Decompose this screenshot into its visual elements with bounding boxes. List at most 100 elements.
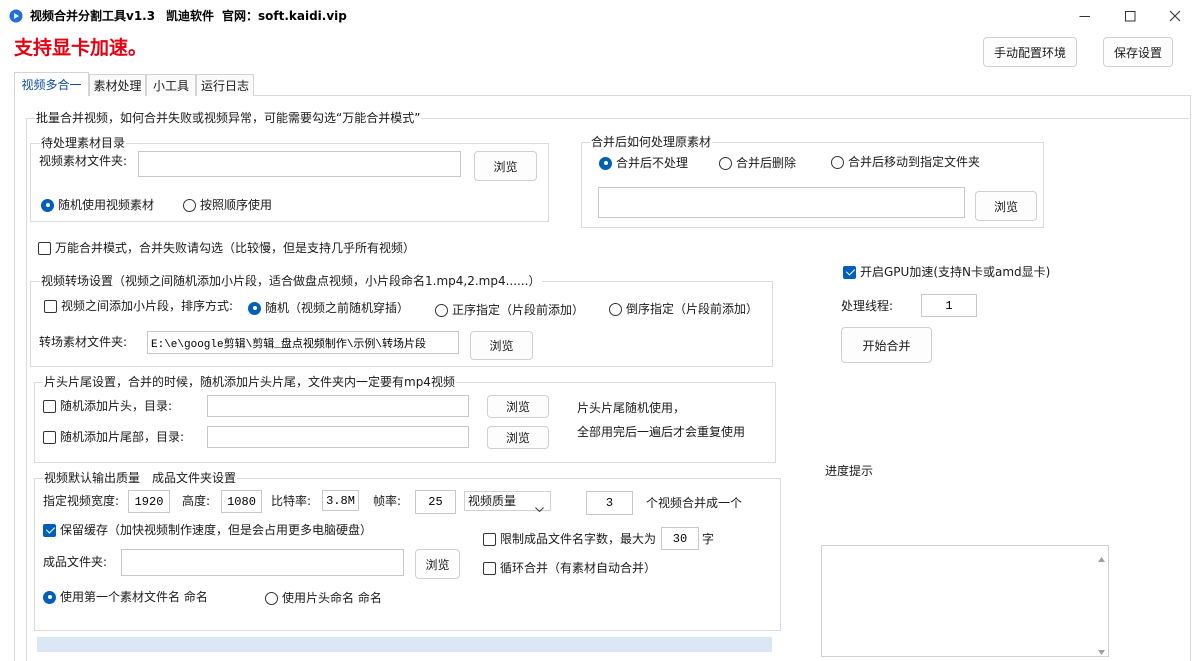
keep-cache-checkbox[interactable]: 保留缓存（加快视频制作速度，但是会占用更多电脑硬盘） bbox=[43, 522, 372, 538]
checkbox-label: 随机添加片尾部，目录: bbox=[60, 430, 185, 444]
add-clip-checkbox[interactable]: 视频之间添加小片段，排序方式: bbox=[44, 298, 233, 314]
outro-folder-input[interactable] bbox=[207, 426, 469, 448]
log-textarea[interactable] bbox=[821, 545, 1109, 657]
radio-name-by-first-material[interactable]: 使用第一个素材文件名 命名 bbox=[43, 589, 208, 605]
config-env-button[interactable]: 手动配置环境 bbox=[983, 37, 1077, 67]
universal-mode-checkbox[interactable]: 万能合并模式，合并失败请勾选（比较慢，但是支持几乎所有视频） bbox=[38, 240, 415, 256]
play-circle-icon bbox=[9, 9, 23, 23]
intro-browse-button[interactable]: 浏览 bbox=[487, 395, 549, 418]
log-scrollbar[interactable] bbox=[1094, 546, 1108, 656]
title-bar: 视频合并分割工具v1.3 凯迪软件 官网：soft.kaidi.vip bbox=[0, 0, 1198, 32]
checkbox-box[interactable] bbox=[44, 299, 57, 313]
checkbox-box[interactable] bbox=[43, 430, 56, 444]
tab-video-merge[interactable]: 视频多合一 bbox=[14, 72, 89, 96]
radio-circle[interactable] bbox=[435, 303, 448, 317]
checkbox-box[interactable] bbox=[483, 561, 496, 575]
chevron-down-icon bbox=[535, 499, 544, 513]
close-icon[interactable] bbox=[1152, 0, 1198, 32]
source-group: 待处理素材目录 视频素材文件夹: 浏览 随机使用视频素材 按照顺序使用 bbox=[30, 135, 549, 222]
move-target-folder-input[interactable] bbox=[598, 187, 965, 218]
start-merge-button[interactable]: 开始合并 bbox=[841, 327, 932, 363]
transition-browse-button[interactable]: 浏览 bbox=[470, 331, 533, 360]
radio-circle[interactable] bbox=[831, 155, 844, 169]
radio-circle[interactable] bbox=[183, 198, 196, 212]
limit-name-checkbox[interactable]: 限制成品文件名字数，最大为 bbox=[483, 531, 656, 547]
intro-outro-note-line1: 片头片尾随机使用， bbox=[577, 401, 686, 415]
radio-random-order[interactable]: 随机（视频之前随机穿插） bbox=[248, 300, 409, 316]
source-group-title: 待处理素材目录 bbox=[40, 135, 127, 151]
outro-checkbox[interactable]: 随机添加片尾部，目录: bbox=[43, 429, 184, 445]
merge-count-suffix: 个视频合并成一个 bbox=[646, 496, 743, 510]
radio-name-by-intro[interactable]: 使用片头命名 命名 bbox=[265, 590, 382, 606]
gpu-accel-checkbox[interactable]: 开启GPU加速(支持N卡或amd显卡) bbox=[843, 264, 1050, 280]
fps-input[interactable] bbox=[415, 490, 456, 514]
after-merge-group: 合并后如何处理原素材 合并后不处理 合并后删除 合并后移动到指定文件夹 浏览 bbox=[581, 134, 1044, 228]
radio-label: 倒序指定（片段前添加） bbox=[626, 302, 759, 316]
output-folder-input[interactable] bbox=[121, 549, 404, 576]
tab-material-process[interactable]: 素材处理 bbox=[89, 74, 146, 96]
move-target-browse-button[interactable]: 浏览 bbox=[975, 191, 1037, 221]
radio-label: 使用片头命名 命名 bbox=[282, 591, 382, 605]
source-folder-label: 视频素材文件夹: bbox=[39, 154, 128, 168]
output-folder-label: 成品文件夹: bbox=[43, 555, 108, 569]
checkbox-box[interactable] bbox=[43, 523, 56, 537]
scroll-up-arrow-icon[interactable] bbox=[1098, 551, 1105, 562]
transition-folder-input[interactable] bbox=[147, 331, 459, 354]
website-label: 官网：soft.kaidi.vip bbox=[222, 9, 347, 23]
app-name: 视频合并分割工具v1.3 bbox=[30, 9, 156, 23]
source-folder-input[interactable] bbox=[138, 151, 461, 177]
radio-delete-source[interactable]: 合并后删除 bbox=[719, 155, 796, 171]
width-input[interactable] bbox=[128, 490, 170, 513]
tab-tools[interactable]: 小工具 bbox=[146, 74, 196, 96]
threads-input[interactable] bbox=[921, 294, 977, 317]
save-settings-button[interactable]: 保存设置 bbox=[1103, 37, 1173, 67]
height-label: 高度: bbox=[182, 494, 211, 508]
checkbox-box[interactable] bbox=[843, 265, 856, 279]
merge-count-input[interactable] bbox=[586, 491, 633, 515]
checkbox-label: 保留缓存（加快视频制作速度，但是会占用更多电脑硬盘） bbox=[60, 523, 373, 537]
radio-circle[interactable] bbox=[719, 156, 732, 170]
intro-checkbox[interactable]: 随机添加片头，目录: bbox=[43, 398, 172, 414]
radio-forward-order[interactable]: 正序指定（片段前添加） bbox=[435, 302, 584, 318]
scroll-down-arrow-icon[interactable] bbox=[1098, 644, 1105, 655]
checkbox-box[interactable] bbox=[43, 399, 56, 413]
checkbox-box[interactable] bbox=[38, 241, 51, 255]
radio-label: 正序指定（片段前添加） bbox=[452, 303, 585, 317]
after-merge-group-title: 合并后如何处理原素材 bbox=[590, 134, 713, 150]
quality-select[interactable]: 视频质量 bbox=[464, 491, 551, 513]
radio-circle[interactable] bbox=[599, 156, 612, 170]
width-label: 指定视频宽度: bbox=[43, 494, 120, 508]
radio-circle[interactable] bbox=[609, 302, 622, 316]
minimize-icon[interactable] bbox=[1062, 0, 1108, 32]
radio-circle[interactable] bbox=[248, 301, 261, 315]
radio-circle[interactable] bbox=[265, 591, 278, 605]
limit-name-suffix: 字 bbox=[702, 532, 715, 546]
radio-reverse-order[interactable]: 倒序指定（片段前添加） bbox=[609, 301, 758, 317]
bitrate-input[interactable] bbox=[322, 490, 359, 511]
radio-label: 随机使用视频素材 bbox=[58, 198, 155, 212]
progress-bar bbox=[37, 637, 772, 652]
checkbox-box[interactable] bbox=[483, 532, 496, 546]
limit-name-max-input[interactable] bbox=[661, 527, 699, 550]
radio-move-source[interactable]: 合并后移动到指定文件夹 bbox=[831, 154, 980, 170]
progress-hint-label: 进度提示 bbox=[825, 464, 874, 478]
outro-browse-button[interactable]: 浏览 bbox=[487, 426, 549, 449]
transition-group-title: 视频转场设置（视频之间随机添加小片段，适合做盘点视频，小片段命名1.mp4,2.… bbox=[40, 273, 542, 289]
radio-label: 合并后移动到指定文件夹 bbox=[848, 155, 981, 169]
transition-folder-label: 转场素材文件夹: bbox=[39, 335, 128, 349]
intro-folder-input[interactable] bbox=[207, 395, 469, 417]
loop-merge-checkbox[interactable]: 循环合并（有素材自动合并） bbox=[483, 560, 656, 576]
company-name: 凯迪软件 bbox=[166, 9, 215, 23]
source-browse-button[interactable]: 浏览 bbox=[474, 151, 537, 181]
transition-group: 视频转场设置（视频之间随机添加小片段，适合做盘点视频，小片段命名1.mp4,2.… bbox=[30, 273, 773, 367]
radio-sequential-material[interactable]: 按照顺序使用 bbox=[183, 197, 272, 213]
radio-label: 按照顺序使用 bbox=[200, 198, 273, 212]
radio-random-material[interactable]: 随机使用视频素材 bbox=[41, 197, 154, 213]
radio-circle[interactable] bbox=[43, 590, 56, 604]
height-input[interactable] bbox=[221, 490, 262, 513]
output-browse-button[interactable]: 浏览 bbox=[415, 549, 460, 579]
radio-circle[interactable] bbox=[41, 198, 54, 212]
radio-keep-source[interactable]: 合并后不处理 bbox=[599, 155, 688, 171]
maximize-icon[interactable] bbox=[1107, 0, 1153, 32]
tab-run-log[interactable]: 运行日志 bbox=[196, 74, 254, 96]
